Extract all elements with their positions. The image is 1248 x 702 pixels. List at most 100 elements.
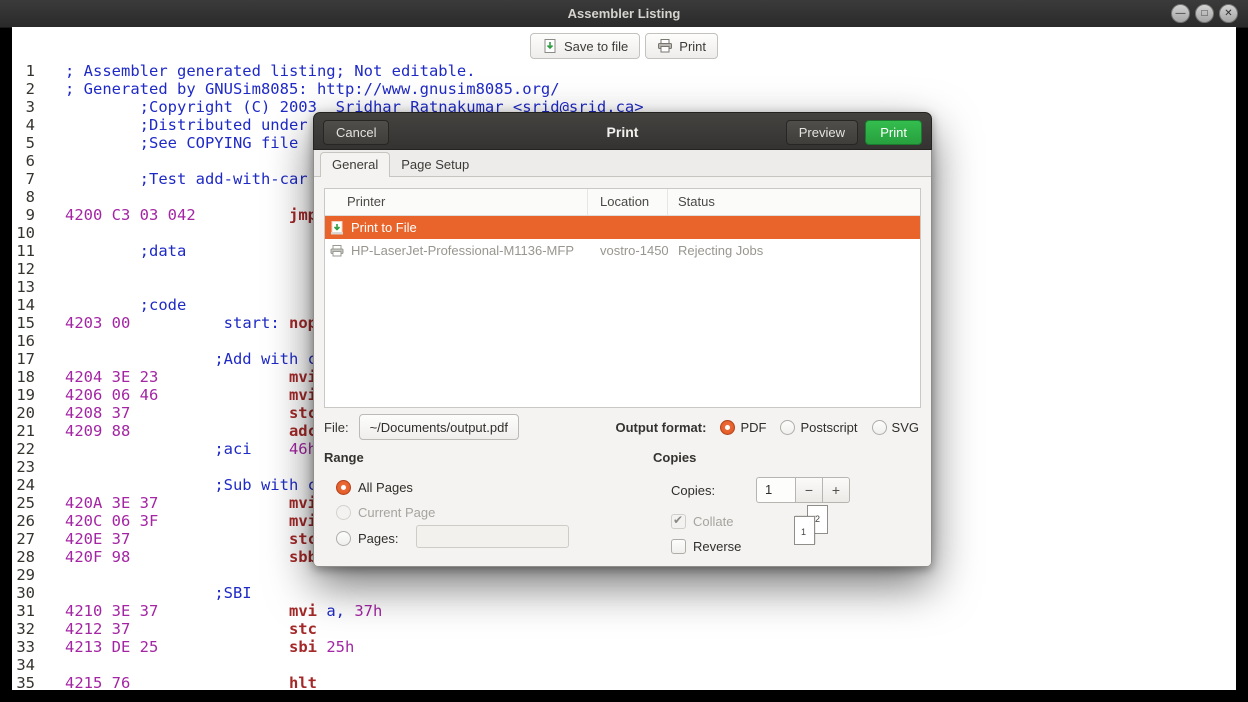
- line-code: ;See COPYING file: [35, 134, 298, 152]
- cancel-button[interactable]: Cancel: [323, 120, 389, 145]
- range-section: Range All Pages Current Page Pages:: [324, 450, 624, 565]
- line-number: 7: [12, 170, 35, 188]
- pdf-label: PDF: [740, 420, 766, 435]
- copies-heading: Copies: [653, 450, 933, 465]
- line-number: 14: [12, 296, 35, 314]
- option-pages[interactable]: Pages:: [336, 530, 398, 546]
- column-header-location[interactable]: Location: [588, 189, 668, 215]
- line-number: 9: [12, 206, 35, 224]
- line-code: ;Distributed under: [35, 116, 308, 134]
- tab-page-setup[interactable]: Page Setup: [390, 153, 480, 176]
- current-page-label: Current Page: [358, 505, 435, 520]
- radio-pages[interactable]: [336, 531, 351, 546]
- line-code: [35, 152, 65, 170]
- line-code: [35, 224, 65, 242]
- copies-spinner: 1 − +: [756, 477, 850, 503]
- line-code: 4213 DE 25 sbi 25h: [35, 638, 354, 656]
- line-number: 19: [12, 386, 35, 404]
- minimize-button[interactable]: —: [1171, 4, 1190, 23]
- printer-table-header: Printer Location Status: [325, 189, 920, 216]
- collate-page-1: 1: [794, 516, 815, 545]
- close-button[interactable]: ✕: [1219, 4, 1238, 23]
- radio-svg[interactable]: [872, 420, 887, 435]
- tab-general[interactable]: General: [320, 152, 390, 177]
- printer-name: HP-LaserJet-Professional-M1136-MFP: [351, 243, 574, 258]
- option-current-page[interactable]: Current Page: [336, 504, 435, 520]
- copies-input[interactable]: 1: [756, 477, 796, 503]
- printer-row-hp-laserjet[interactable]: HP-LaserJet-Professional-M1136-MFP vostr…: [325, 239, 920, 262]
- line-number: 15: [12, 314, 35, 332]
- output-format-label: Output format:: [615, 420, 706, 435]
- printer-name: Print to File: [351, 220, 417, 235]
- line-code: [35, 332, 65, 350]
- print-toolbar-button[interactable]: Print: [645, 33, 718, 59]
- line-number: 2: [12, 80, 35, 98]
- line-number: 6: [12, 152, 35, 170]
- line-code: ;Sub with c: [35, 476, 317, 494]
- listing-line: 34: [12, 656, 1236, 674]
- line-code: 4204 3E 23 mvi: [35, 368, 317, 386]
- line-number: 33: [12, 638, 35, 656]
- print-confirm-button[interactable]: Print: [865, 120, 922, 145]
- line-code: 4215 76 hlt: [35, 674, 317, 690]
- svg-label: SVG: [892, 420, 919, 435]
- copies-decrement-button[interactable]: −: [796, 477, 823, 503]
- line-number: 8: [12, 188, 35, 206]
- copies-increment-button[interactable]: +: [823, 477, 850, 503]
- radio-all-pages[interactable]: [336, 480, 351, 495]
- line-number: 24: [12, 476, 35, 494]
- save-to-file-button[interactable]: Save to file: [530, 33, 640, 59]
- line-number: 1: [12, 62, 35, 80]
- print-dialog: Print Cancel Preview Print General Page …: [313, 112, 932, 567]
- reverse-checkbox[interactable]: [671, 539, 686, 554]
- radio-pdf[interactable]: [720, 420, 735, 435]
- listing-line: 324212 37 stc: [12, 620, 1236, 638]
- line-code: [35, 656, 65, 674]
- line-number: 32: [12, 620, 35, 638]
- printer-table: Printer Location Status Print to File: [324, 188, 921, 408]
- line-number: 25: [12, 494, 35, 512]
- line-number: 11: [12, 242, 35, 260]
- listing-line: 30 ;SBI: [12, 584, 1236, 602]
- maximize-button[interactable]: □: [1195, 4, 1214, 23]
- pages-input[interactable]: [416, 525, 569, 548]
- copies-row: Copies: 1 − +: [671, 477, 850, 503]
- line-code: [35, 260, 65, 278]
- print-toolbar-label: Print: [679, 39, 706, 54]
- page-number: 2: [815, 514, 820, 524]
- line-number: 28: [12, 548, 35, 566]
- line-code: 420C 06 3F mvi: [35, 512, 317, 530]
- line-code: 4212 37 stc: [35, 620, 317, 638]
- column-header-printer[interactable]: Printer: [325, 189, 588, 215]
- window-title: Assembler Listing: [0, 0, 1248, 27]
- pages-label: Pages:: [358, 531, 398, 546]
- radio-current-page[interactable]: [336, 505, 351, 520]
- collate-checkbox[interactable]: [671, 514, 686, 529]
- listing-line: 1; Assembler generated listing; Not edit…: [12, 62, 1236, 80]
- printer-row-print-to-file[interactable]: Print to File: [325, 216, 920, 239]
- all-pages-label: All Pages: [358, 480, 413, 495]
- line-code: ;aci 46h: [35, 440, 317, 458]
- reverse-row[interactable]: Reverse: [671, 538, 741, 554]
- line-number: 10: [12, 224, 35, 242]
- option-all-pages[interactable]: All Pages: [336, 479, 413, 495]
- line-number: 20: [12, 404, 35, 422]
- file-button[interactable]: ~/Documents/output.pdf: [359, 414, 519, 440]
- postscript-label: Postscript: [800, 420, 857, 435]
- listing-line: 2; Generated by GNUSim8085: http://www.g…: [12, 80, 1236, 98]
- radio-postscript[interactable]: [780, 420, 795, 435]
- reverse-label: Reverse: [693, 539, 741, 554]
- column-header-status[interactable]: Status: [668, 189, 920, 215]
- save-icon: [542, 38, 558, 54]
- line-number: 18: [12, 368, 35, 386]
- line-code: [35, 278, 65, 296]
- print-to-file-icon: [329, 220, 345, 236]
- line-code: 4200 C3 03 042 jmp: [35, 206, 317, 224]
- collate-row[interactable]: Collate: [671, 513, 733, 529]
- toolbar: Save to file Print: [12, 33, 1236, 59]
- preview-button[interactable]: Preview: [786, 120, 858, 145]
- line-code: ;data: [35, 242, 186, 260]
- line-code: ;SBI: [35, 584, 252, 602]
- listing-line: 314210 3E 37 mvi a, 37h: [12, 602, 1236, 620]
- line-number: 21: [12, 422, 35, 440]
